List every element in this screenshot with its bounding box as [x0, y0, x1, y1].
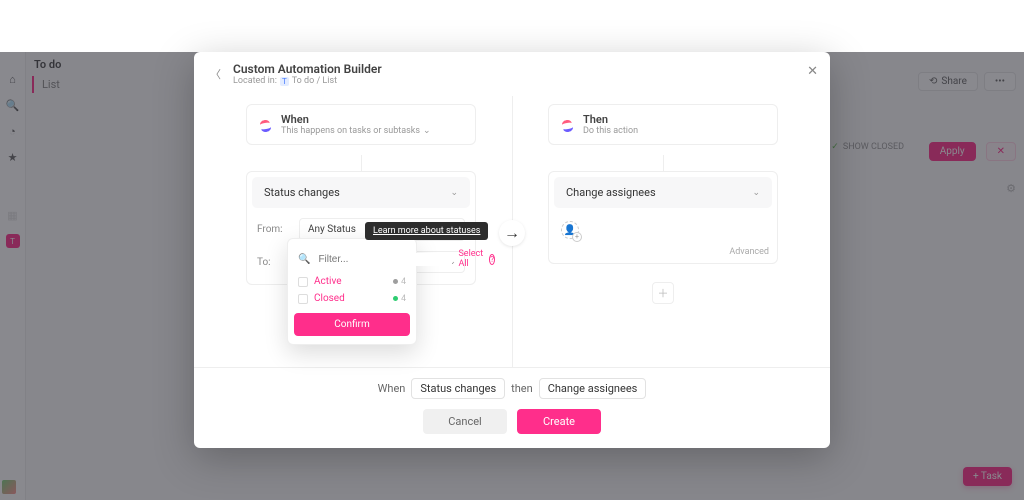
trigger-select[interactable]: Status changes ⌄ [252, 177, 470, 208]
status-dot-icon [393, 279, 398, 284]
add-action-button[interactable]: ＋ [652, 282, 674, 304]
automation-summary: When Status changes then Change assignee… [378, 378, 647, 399]
modal-body: → When This happens on tasks or subtasks… [194, 96, 830, 367]
to-label: To: [257, 257, 289, 268]
when-subtitle: This happens on tasks or subtasks⌄ [281, 126, 431, 136]
then-config-card: Change assignees ⌄ 👤 Advanced [548, 171, 778, 264]
location-badge: T [280, 77, 289, 86]
logo-icon [561, 118, 575, 132]
assignee-picker[interactable]: 👤 [549, 213, 777, 247]
close-icon[interactable]: ✕ [807, 64, 818, 79]
modal-location: Located in: T To do / List [233, 76, 382, 86]
chevron-down-icon[interactable]: ⌄ [423, 126, 431, 136]
connector [663, 155, 664, 171]
summary-action: Change assignees [539, 378, 647, 399]
status-tooltip[interactable]: Learn more about statuses [365, 222, 488, 240]
dropdown-option-active[interactable]: Active 4 [294, 273, 410, 290]
dropdown-filter-input[interactable] [316, 253, 452, 266]
status-dot-icon [393, 296, 398, 301]
help-icon[interactable]: ? [489, 254, 495, 265]
checkbox[interactable] [298, 294, 308, 304]
connector [361, 155, 362, 171]
create-button[interactable]: Create [517, 409, 601, 434]
dropdown-option-closed[interactable]: Closed 4 [294, 290, 410, 307]
action-select[interactable]: Change assignees ⌄ [554, 177, 772, 208]
status-dropdown: 🔍 Select All ? Active 4 Closed 4 Confirm [287, 238, 417, 345]
back-button[interactable]: 〈 [210, 66, 221, 82]
modal-footer: When Status changes then Change assignee… [194, 367, 830, 448]
then-header-card: Then Do this action [548, 104, 778, 145]
chevron-down-icon: ⌄ [450, 188, 458, 198]
from-label: From: [257, 224, 289, 235]
cancel-button[interactable]: Cancel [423, 409, 507, 434]
advanced-link[interactable]: Advanced [549, 247, 777, 263]
modal-header: 〈 Custom Automation Builder Located in: … [194, 52, 830, 96]
chevron-down-icon: ⌄ [752, 188, 760, 198]
when-column: When This happens on tasks or subtasks⌄ … [210, 104, 512, 367]
when-header-card: When This happens on tasks or subtasks⌄ [246, 104, 476, 145]
when-title: When [281, 113, 431, 126]
then-title: Then [583, 113, 638, 126]
select-all-button[interactable]: Select All [458, 249, 483, 269]
footer-actions: Cancel Create [423, 409, 601, 434]
confirm-button[interactable]: Confirm [294, 313, 410, 336]
modal-title: Custom Automation Builder [233, 62, 382, 76]
then-column: Then Do this action Change assignees ⌄ 👤… [512, 104, 814, 367]
search-icon: 🔍 [298, 254, 310, 265]
add-assignee-icon[interactable]: 👤 [561, 221, 579, 239]
then-subtitle: Do this action [583, 126, 638, 136]
checkbox[interactable] [298, 277, 308, 287]
summary-trigger: Status changes [411, 378, 505, 399]
modal-overlay: 〈 Custom Automation Builder Located in: … [0, 52, 1024, 500]
logo-icon [259, 118, 273, 132]
dropdown-search-row: 🔍 Select All ? [294, 245, 410, 273]
automation-modal: 〈 Custom Automation Builder Located in: … [194, 52, 830, 448]
